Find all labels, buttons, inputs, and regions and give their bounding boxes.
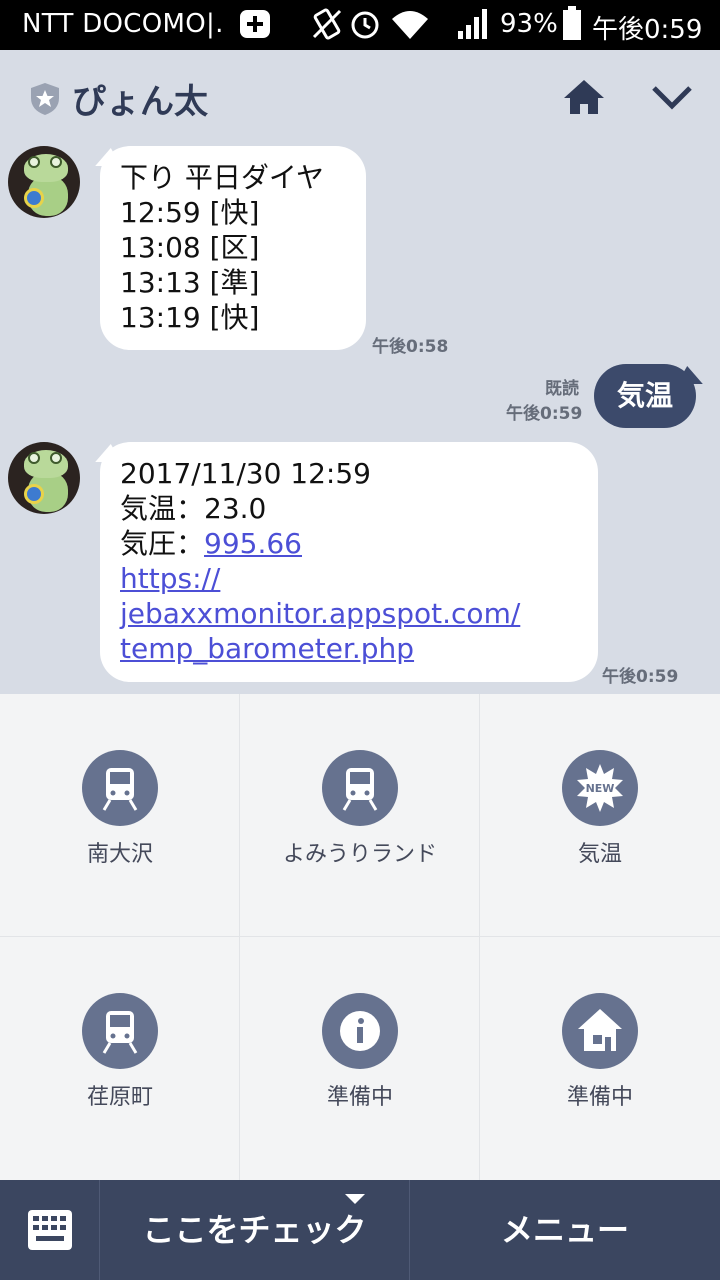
message-timestamp: 午後0:59	[506, 404, 583, 424]
info-icon	[322, 993, 398, 1069]
message-line: 13:08 [区]	[120, 231, 260, 264]
url-link-line[interactable]: https://	[120, 561, 578, 596]
rich-menu-label: 準備中	[326, 1085, 393, 1110]
check-here-label: ここをチェック	[142, 1211, 367, 1249]
bottom-bar: ここをチェック メニュー	[0, 1180, 720, 1280]
keyboard-toggle-button[interactable]	[0, 1180, 100, 1280]
new-badge-text: NEW	[586, 782, 615, 795]
train-icon	[82, 750, 158, 826]
bot-avatar[interactable]	[8, 146, 80, 218]
notification-plus-icon	[240, 10, 270, 38]
rich-menu-item-preparing-info[interactable]: 準備中	[240, 937, 480, 1180]
message-timestamp: 午後0:59	[602, 667, 679, 687]
rich-menu-label: 準備中	[566, 1085, 633, 1110]
user-message-bubble[interactable]: 気温	[594, 364, 696, 428]
chevron-down-icon[interactable]	[650, 80, 694, 116]
rich-menu-item-minami-osawa[interactable]: 南大沢	[0, 694, 240, 937]
status-clock: 午後0:59	[592, 15, 703, 45]
message-line: 12:59 [快]	[120, 196, 260, 229]
message-line: 13:13 [準]	[120, 266, 260, 299]
url-link-line[interactable]: temp_barometer.php	[120, 631, 578, 666]
rich-menu-label: 気温	[577, 842, 622, 867]
menu-button[interactable]: メニュー	[410, 1180, 720, 1280]
train-icon	[322, 750, 398, 826]
chat-title: ぴょん太	[72, 82, 208, 122]
wifi-icon	[392, 11, 428, 39]
rich-menu-label: 南大沢	[86, 842, 153, 867]
rich-menu-label: よみうりランド	[282, 842, 437, 867]
rich-menu-label: 荏原町	[86, 1085, 153, 1110]
message-line: 下り 平日ダイヤ	[120, 161, 325, 194]
rich-menu-item-yomiuriland[interactable]: よみうりランド	[240, 694, 480, 937]
train-icon	[82, 993, 158, 1069]
status-bar: NTT DOCOMO|. 93% 午後0:59	[0, 0, 720, 50]
home-icon[interactable]	[562, 78, 606, 118]
official-shield-icon	[31, 83, 59, 115]
url-link-line[interactable]: jebaxxmonitor.appspot.com/	[120, 596, 578, 631]
rich-menu-item-ebaramachi[interactable]: 荏原町	[0, 937, 240, 1180]
message-timestamp: 午後0:58	[372, 337, 449, 357]
message-line: 2017/11/30 12:59	[120, 457, 371, 490]
bot-avatar[interactable]	[8, 442, 80, 514]
rich-menu-item-preparing-home[interactable]: 準備中	[480, 937, 720, 1180]
message-line: 気温：23.0	[120, 492, 267, 525]
carrier-name: NTT DOCOMO|.	[22, 9, 224, 39]
rich-menu-item-temperature[interactable]: NEW 気温	[480, 694, 720, 937]
pressure-label: 気圧：	[120, 527, 205, 560]
signal-icon	[458, 9, 487, 39]
message-line: 13:19 [快]	[120, 301, 260, 334]
caret-down-icon	[345, 1194, 365, 1204]
battery-icon	[563, 6, 581, 40]
pressure-link[interactable]: 995.66	[204, 527, 302, 560]
message-line: 気圧：995.66	[120, 526, 578, 561]
menu-label: メニュー	[500, 1211, 629, 1249]
check-here-button[interactable]: ここをチェック	[100, 1180, 410, 1280]
alarm-icon	[351, 11, 379, 39]
keyboard-icon	[28, 1210, 72, 1250]
bot-message-bubble[interactable]: 下り 平日ダイヤ 12:59 [快] 13:08 [区] 13:13 [準] 1…	[100, 146, 366, 350]
battery-percent: 93%	[500, 9, 558, 39]
chat-header: ぴょん太	[0, 50, 720, 146]
new-badge-icon: NEW	[562, 750, 638, 826]
house-icon	[562, 993, 638, 1069]
rich-menu: 南大沢 よみうりランド NEW 気温 荏原町 準備中 準備中	[0, 694, 720, 1180]
bot-message-bubble[interactable]: 2017/11/30 12:59 気温：23.0 気圧：995.66 https…	[100, 442, 598, 682]
vibrate-icon	[312, 8, 342, 40]
read-receipt: 既読	[545, 379, 579, 399]
